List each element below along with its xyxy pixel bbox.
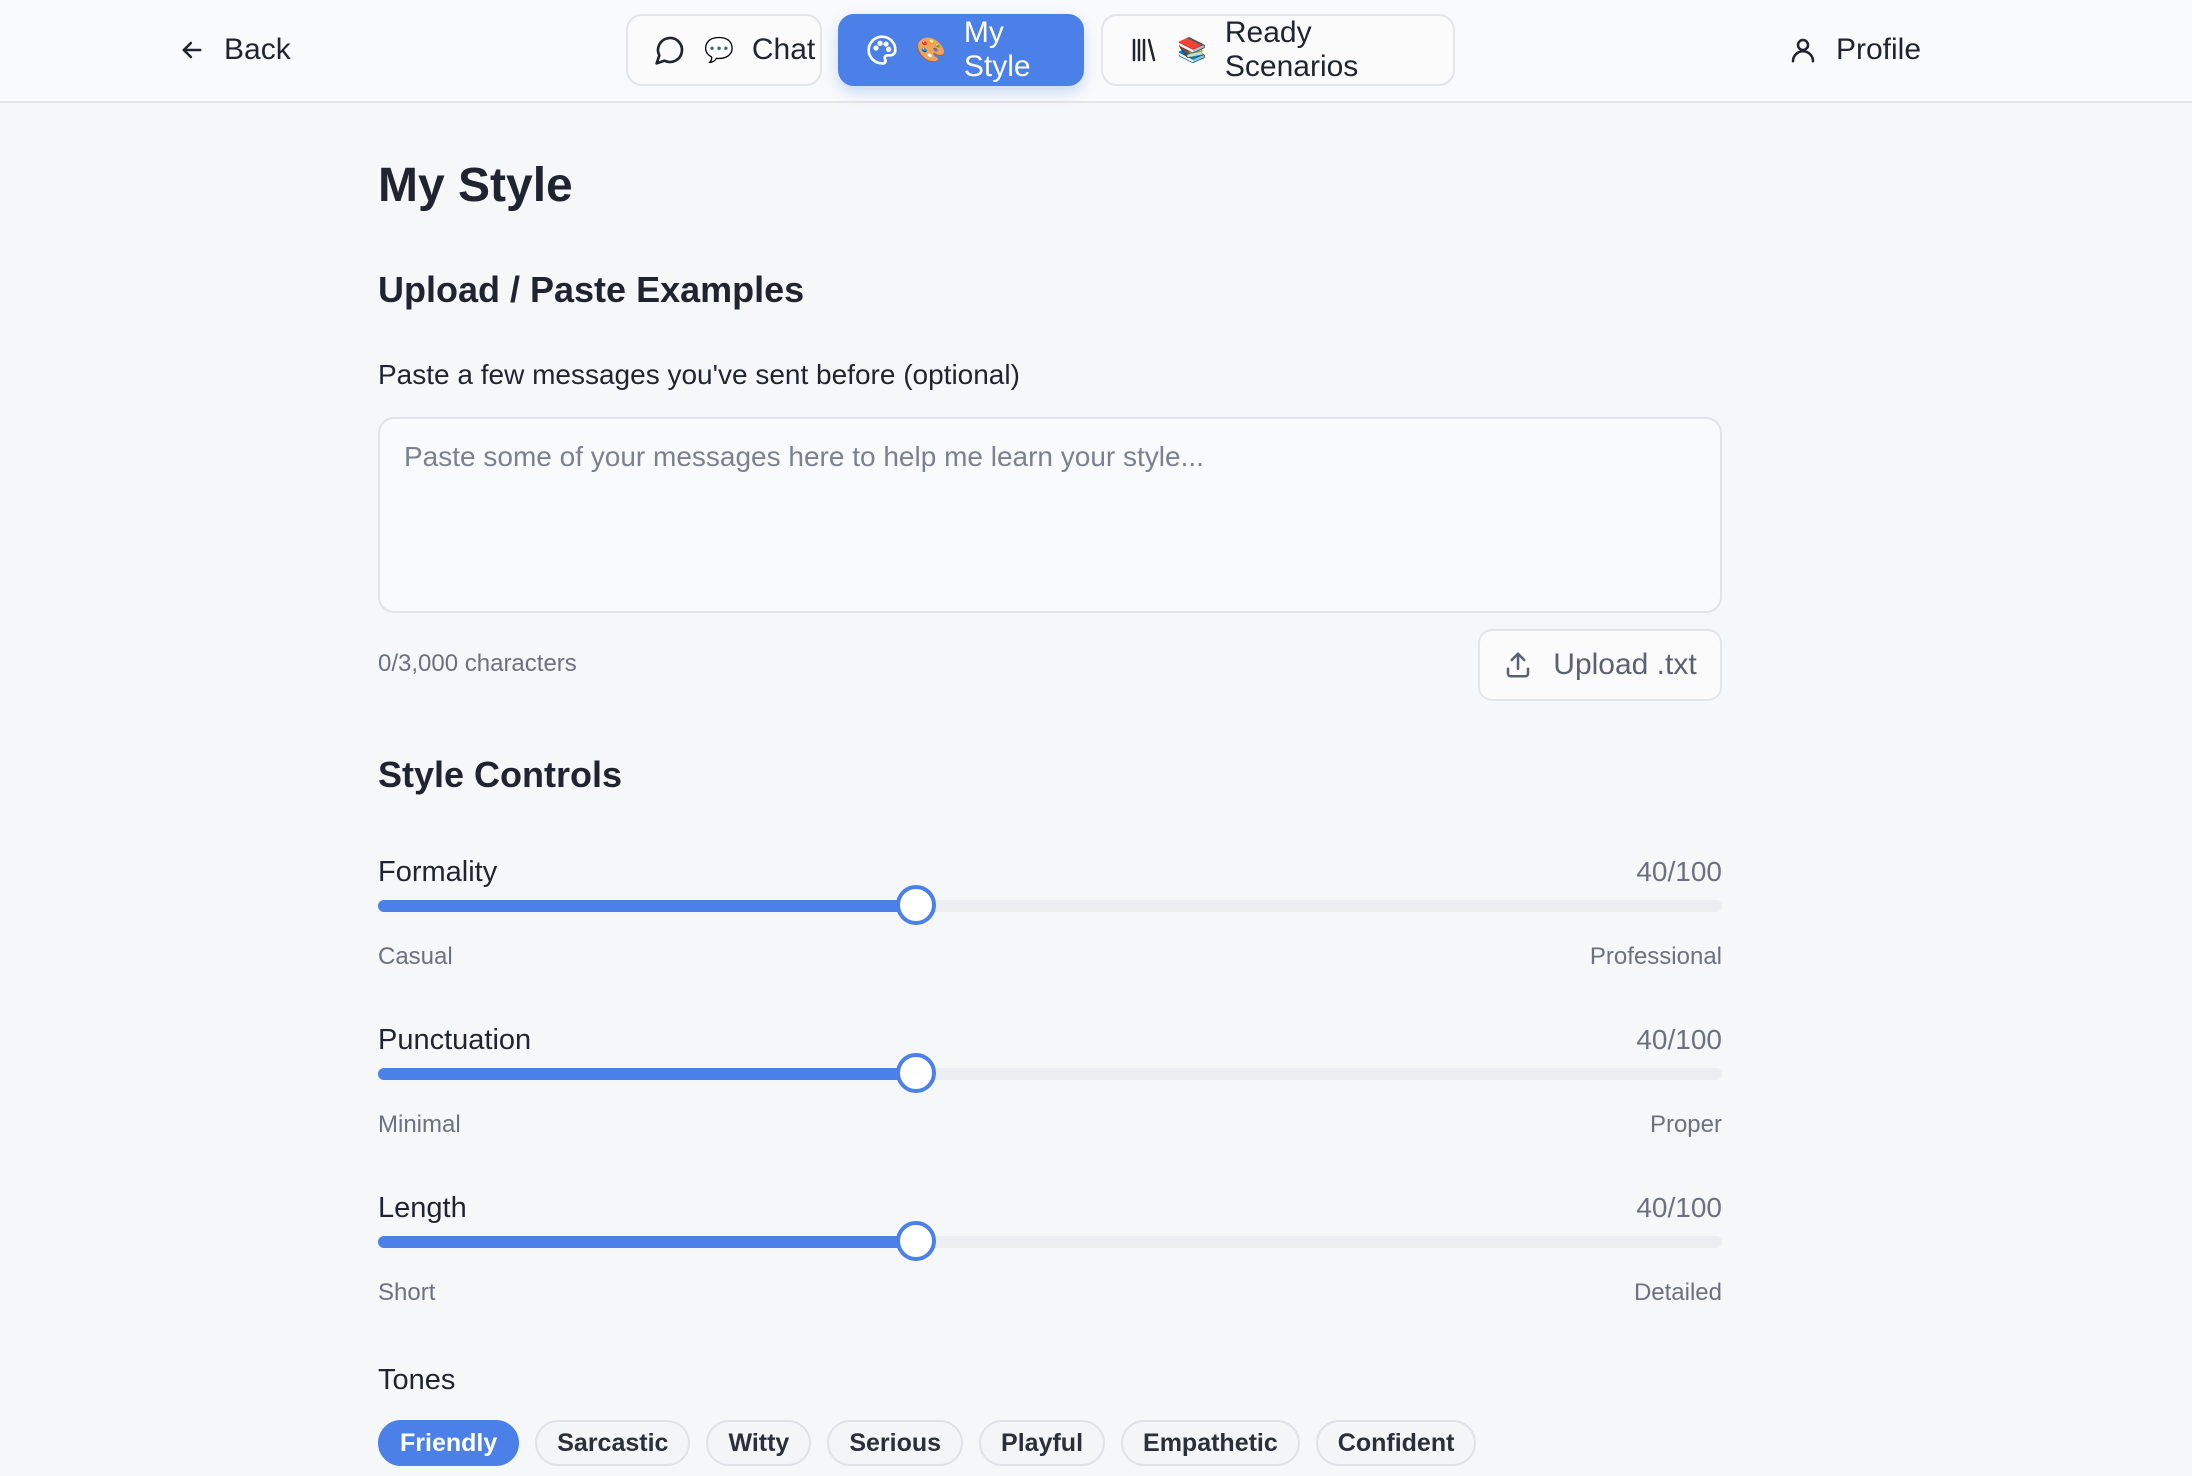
top-navigation-bar: Back 💬 Chat 🎨 My Style 📚 Ready Scenarios… [0, 0, 2192, 103]
tab-ready-scenarios-label: Ready Scenarios [1224, 16, 1359, 83]
length-slider: Length 40/100 Short Detailed [378, 1192, 1722, 1312]
upload-icon [1503, 650, 1533, 680]
back-label: Back [224, 33, 291, 66]
tab-my-style-label: My Style [963, 16, 1031, 83]
examples-heading: Upload / Paste Examples [378, 269, 805, 310]
books-emoji: 📚 [1177, 36, 1207, 64]
slider-value: 40/100 [1636, 1024, 1722, 1055]
tab-my-style[interactable]: 🎨 My Style [838, 14, 1084, 86]
tone-chip-playful[interactable]: Playful [979, 1420, 1106, 1466]
chat-bubble-icon [654, 34, 686, 66]
chat-emoji: 💬 [704, 36, 734, 64]
tone-chip-serious[interactable]: Serious [827, 1420, 964, 1466]
tab-chat-label: Chat [751, 33, 816, 66]
tone-chip-witty[interactable]: Witty [706, 1420, 812, 1466]
profile-button[interactable]: Profile [1788, 28, 1921, 72]
palette-icon [866, 34, 898, 66]
style-controls-heading: Style Controls [378, 754, 623, 795]
slider-min-label: Short [378, 1279, 436, 1306]
slider-fill [378, 900, 916, 912]
tab-ready-scenarios[interactable]: 📚 Ready Scenarios [1101, 14, 1455, 86]
slider-track[interactable] [378, 1053, 1722, 1093]
slider-thumb[interactable] [895, 885, 936, 925]
tone-chip-sarcastic[interactable]: Sarcastic [535, 1420, 691, 1466]
slider-value: 40/100 [1636, 856, 1722, 887]
slider-value: 40/100 [1636, 1192, 1722, 1223]
tones-label: Tones [378, 1364, 456, 1396]
tone-chip-empathetic[interactable]: Empathetic [1121, 1420, 1300, 1466]
user-icon [1788, 35, 1818, 65]
slider-label: Punctuation [378, 1024, 532, 1056]
slider-track[interactable] [378, 1221, 1722, 1261]
slider-max-label: Detailed [1633, 1279, 1722, 1306]
profile-label: Profile [1836, 33, 1922, 66]
page-title: My Style [378, 159, 573, 212]
slider-label: Formality [378, 856, 498, 888]
tone-chip-friendly[interactable]: Friendly [378, 1420, 520, 1466]
tab-chat[interactable]: 💬 Chat [626, 14, 822, 86]
punctuation-slider: Punctuation 40/100 Minimal Proper [378, 1024, 1722, 1144]
tone-chip-confident[interactable]: Confident [1315, 1420, 1477, 1466]
slider-fill [378, 1236, 916, 1248]
slider-min-label: Minimal [378, 1111, 461, 1138]
upload-txt-button[interactable]: Upload .txt [1478, 629, 1722, 701]
formality-slider: Formality 40/100 Casual Professional [378, 856, 1722, 976]
palette-emoji: 🎨 [916, 36, 946, 64]
tone-chip-group: Friendly Sarcastic Witty Serious Playful Empa… [378, 1420, 1477, 1466]
character-count: 0/3,000 characters [378, 650, 577, 677]
slider-max-label: Proper [1649, 1111, 1722, 1138]
back-button[interactable]: Back [178, 28, 291, 72]
slider-thumb[interactable] [895, 1053, 936, 1093]
library-icon [1129, 35, 1159, 65]
slider-label: Length [378, 1192, 467, 1224]
arrow-left-icon [178, 36, 206, 64]
slider-min-label: Casual [378, 943, 453, 970]
examples-label: Paste a few messages you've sent before … [378, 359, 1020, 390]
slider-thumb[interactable] [895, 1221, 936, 1261]
slider-track[interactable] [378, 885, 1722, 925]
slider-fill [378, 1068, 916, 1080]
upload-label: Upload .txt [1553, 648, 1697, 681]
examples-textarea[interactable] [378, 417, 1722, 613]
slider-max-label: Professional [1589, 943, 1722, 970]
